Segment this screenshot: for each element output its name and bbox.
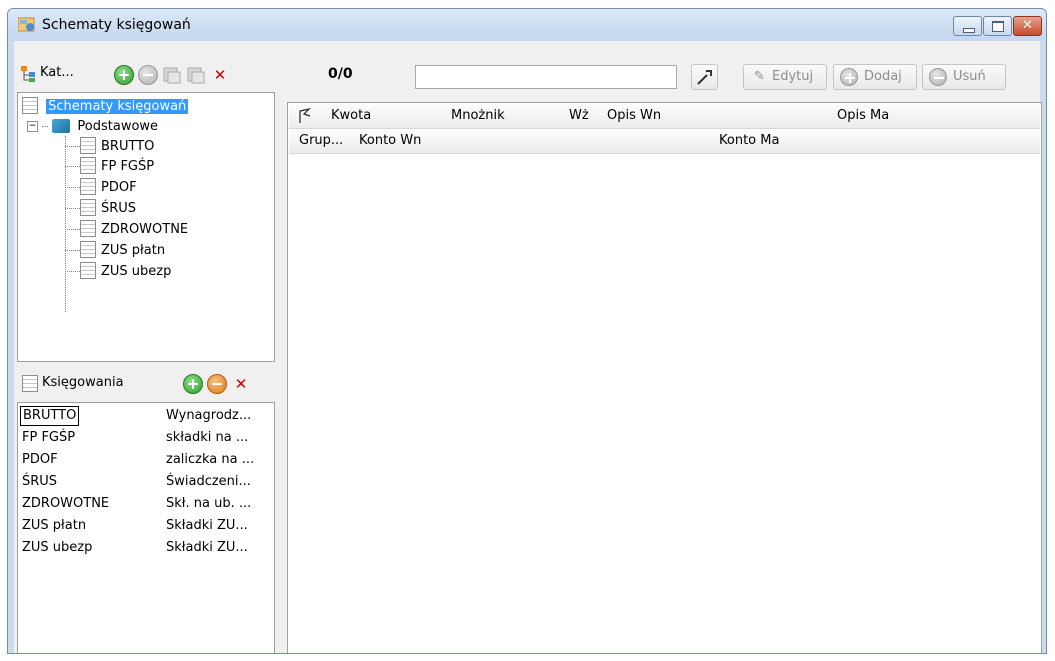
posting-description: Składki ZU...	[166, 518, 248, 533]
posting-description: zaliczka na ...	[166, 452, 255, 467]
tree-group[interactable]: − Podstawowe	[27, 117, 158, 136]
column-header[interactable]: Kwota	[331, 108, 371, 123]
add-catalog-button[interactable]	[114, 65, 134, 85]
posting-name: BRUTTO	[20, 406, 80, 426]
paste-catalog-button[interactable]	[186, 65, 206, 85]
table-icon	[80, 241, 96, 258]
posting-name: ŚRUS	[22, 474, 58, 489]
tools-button[interactable]	[691, 64, 718, 90]
tree-group-label: Podstawowe	[77, 119, 159, 134]
collapse-icon[interactable]: −	[27, 121, 38, 132]
column-header[interactable]: Grup...	[299, 133, 343, 148]
posting-description: Składki ZU...	[166, 540, 248, 555]
tree-item[interactable]: BRUTTO	[65, 137, 154, 156]
table-icon	[80, 220, 96, 237]
posting-name: ZDROWOTNE	[22, 496, 110, 511]
tree-item-label: ŚRUS	[101, 201, 137, 216]
tree-item-label: PDOF	[101, 180, 137, 195]
edit-button[interactable]: ✎ Edytuj	[743, 64, 827, 90]
table-icon	[80, 178, 96, 195]
remove-catalog-button[interactable]	[138, 65, 158, 85]
add-button[interactable]: Dodaj	[833, 64, 917, 90]
table-icon	[80, 137, 96, 154]
delete-posting-button[interactable]: ✕	[231, 374, 251, 394]
posting-name: ZUS ubezp	[22, 540, 93, 555]
tree-item[interactable]: ZDROWOTNE	[65, 220, 188, 239]
tree-root[interactable]: Schematy księgowań	[22, 97, 189, 116]
table-icon	[22, 375, 38, 392]
tree-item[interactable]: ŚRUS	[65, 199, 136, 218]
tree-item-label: ZUS płatn	[101, 243, 166, 258]
grid-header-secondary: Grup... Konto Wn Konto Ma	[289, 129, 1040, 154]
tree-item[interactable]: ZUS ubezp	[65, 262, 171, 281]
add-button-label: Dodaj	[864, 69, 902, 84]
posting-description: Świadczeni...	[166, 474, 251, 489]
minimize-button[interactable]	[953, 16, 982, 36]
window-title: Schematy księgowań	[42, 17, 191, 33]
remove-button-label: Usuń	[953, 69, 986, 84]
column-chooser-icon[interactable]	[297, 106, 313, 128]
ksiegowania-toolbar: Księgowania ✕	[17, 368, 275, 398]
minus-icon	[929, 68, 947, 86]
column-header[interactable]: Konto Ma	[719, 133, 779, 148]
column-header[interactable]: Mnożnik	[451, 108, 505, 123]
posting-name: ZUS płatn	[22, 518, 87, 533]
ksiegowania-list[interactable]: BRUTTO Wynagrodz... FP FGŚP składki na ... P…	[17, 402, 275, 653]
plus-icon	[840, 68, 858, 86]
delete-catalog-button[interactable]: ✕	[210, 65, 230, 85]
remove-posting-button[interactable]	[207, 374, 227, 394]
book-icon	[52, 118, 71, 133]
table-icon	[22, 97, 38, 114]
posting-name: FP FGŚP	[22, 430, 76, 445]
table-icon	[80, 157, 96, 174]
catalog-tree-icon	[20, 65, 38, 83]
maximize-button[interactable]	[983, 16, 1012, 36]
tree-item-label: ZDROWOTNE	[101, 222, 189, 237]
window-client: Kat... ✕ Schematy księgowań − Podstawowe…	[14, 41, 1042, 653]
close-icon: ✕	[1022, 18, 1033, 33]
postings-grid[interactable]: Kwota Mnożnik Wż Opis Wn Opis Ma Grup...…	[287, 102, 1042, 653]
main-window: Schematy księgowań ✕ Kat... ✕ Schematy k…	[7, 8, 1047, 654]
tree-item[interactable]: ZUS płatn	[65, 241, 165, 260]
tree-item-label: FP FGŚP	[101, 159, 155, 174]
schema-tree[interactable]: Schematy księgowań − Podstawowe BRUTTO F…	[17, 92, 275, 362]
column-header[interactable]: Wż	[569, 108, 589, 123]
close-button[interactable]: ✕	[1013, 16, 1042, 36]
tree-item-label: ZUS ubezp	[101, 264, 172, 279]
add-posting-button[interactable]	[183, 374, 203, 394]
copy-catalog-button[interactable]	[162, 65, 182, 85]
posting-name: PDOF	[22, 452, 58, 467]
title-bar[interactable]: Schematy księgowań ✕	[8, 9, 1046, 41]
grid-header-primary: Kwota Mnożnik Wż Opis Wn Opis Ma	[289, 104, 1040, 129]
table-icon	[80, 262, 96, 279]
catalog-label: Kat...	[40, 65, 74, 80]
column-header[interactable]: Opis Wn	[607, 108, 661, 123]
pencil-icon: ✎	[754, 69, 765, 84]
ksiegowania-label: Księgowania	[42, 375, 124, 390]
tree-item[interactable]: FP FGŚP	[65, 157, 154, 176]
posting-description: Wynagrodz...	[166, 408, 252, 423]
search-input[interactable]	[415, 65, 677, 89]
schema-app-icon	[17, 17, 36, 33]
edit-button-label: Edytuj	[772, 69, 814, 84]
tree-item-label: BRUTTO	[101, 139, 155, 154]
posting-description: Skł. na ub. ...	[166, 496, 252, 511]
posting-description: składki na ...	[166, 430, 249, 445]
table-icon	[80, 199, 96, 216]
wrench-icon	[697, 70, 712, 85]
tree-root-label: Schematy księgowań	[46, 99, 189, 114]
record-counter: 0/0	[328, 66, 353, 82]
column-header[interactable]: Opis Ma	[837, 108, 889, 123]
tree-item[interactable]: PDOF	[65, 178, 137, 197]
column-header[interactable]: Konto Wn	[359, 133, 421, 148]
remove-button[interactable]: Usuń	[922, 64, 1006, 90]
